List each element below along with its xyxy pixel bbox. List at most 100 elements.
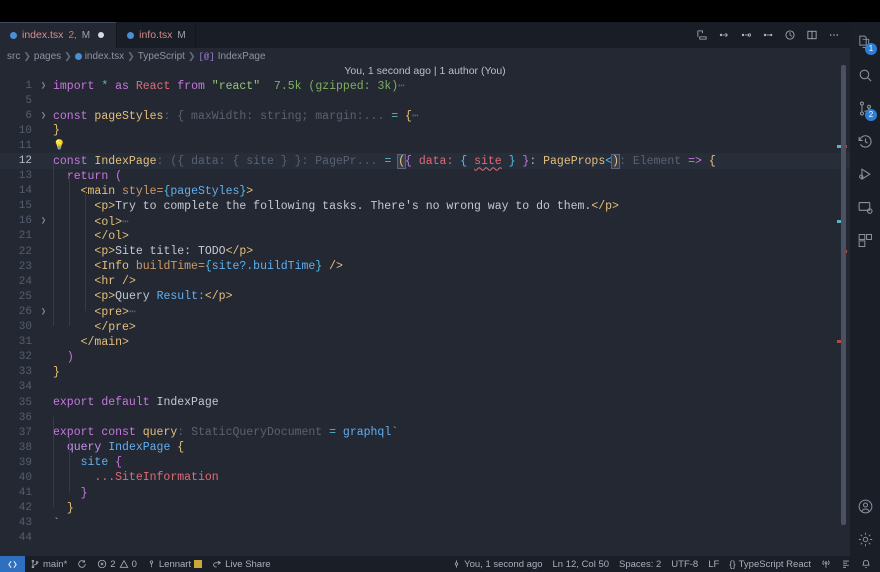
- fold-chevron-right-icon[interactable]: ❯: [38, 216, 49, 226]
- code-line[interactable]: 11 💡: [0, 138, 850, 153]
- status-sync-changes[interactable]: [72, 556, 92, 572]
- sidebar-item-timeline[interactable]: [850, 125, 880, 158]
- code-line-active[interactable]: 12 const IndexPage: ({ data: { site } }:…: [0, 153, 850, 169]
- code-line[interactable]: 24 <hr />: [0, 274, 850, 289]
- breadcrumb-item-src[interactable]: src: [7, 51, 20, 62]
- code-text: ): [66, 350, 74, 364]
- code-content[interactable]: 1 ❯ import * as React from "react" 7.5k …: [0, 78, 850, 556]
- code-line[interactable]: 21 </ol>: [0, 229, 850, 244]
- code-text: }: [80, 486, 88, 500]
- line-number: 41: [18, 487, 32, 500]
- inlay-type-hint: StaticQueryDocument: [191, 426, 323, 440]
- editor-scrollbar-thumb[interactable]: [841, 65, 846, 525]
- debug-step-out-icon[interactable]: [758, 24, 778, 46]
- breadcrumb-item-symbol[interactable]: [@] IndexPage: [199, 51, 266, 62]
- blame-status-label: You, 1 second ago: [464, 558, 543, 570]
- sidebar-item-search[interactable]: [850, 59, 880, 92]
- code-line[interactable]: 14 <main style={pageStyles}>: [0, 184, 850, 199]
- code-line[interactable]: 13 return (: [0, 169, 850, 184]
- vscode-window: index.tsx 2, M info.tsx M src ❯ pages ❯ …: [0, 0, 880, 572]
- status-git-branch[interactable]: main*: [25, 556, 72, 572]
- tab-info-tsx[interactable]: info.tsx M: [117, 22, 196, 48]
- code-text: ...SiteInformation: [94, 471, 219, 485]
- warning-count: 0: [131, 558, 137, 570]
- status-live-share[interactable]: Live Share: [207, 556, 275, 572]
- status-notifications[interactable]: [856, 556, 876, 572]
- debug-step-over-icon[interactable]: [714, 24, 734, 46]
- code-line[interactable]: 16 ❯ <ol>⋯: [0, 214, 850, 229]
- code-line[interactable]: 15 <p>Try to complete the following task…: [0, 199, 850, 214]
- fold-chevron-right-icon[interactable]: ❯: [38, 307, 49, 317]
- code-text: <ol>⋯: [94, 215, 129, 229]
- status-git-blame[interactable]: You, 1 second ago: [447, 556, 547, 572]
- code-line[interactable]: 5: [0, 93, 850, 108]
- indent-guide: [69, 176, 70, 326]
- tab-modified-indicator: M: [81, 29, 91, 41]
- sidebar-item-run-and-debug[interactable]: [850, 158, 880, 191]
- sidebar-item-manage-settings[interactable]: [850, 523, 880, 556]
- split-editor-right-icon[interactable]: [802, 24, 822, 46]
- editor-tab-bar: index.tsx 2, M info.tsx M: [0, 22, 850, 48]
- status-cursor-position[interactable]: Ln 12, Col 50: [548, 556, 615, 572]
- title-bar: [0, 0, 880, 22]
- status-remote-host[interactable]: [0, 556, 25, 572]
- code-line[interactable]: 41 }: [0, 486, 850, 501]
- code-line[interactable]: 1 ❯ import * as React from "react" 7.5k …: [0, 78, 850, 94]
- code-editor[interactable]: You, 1 second ago | 1 author (You) 1 ❯ i…: [0, 65, 850, 556]
- fold-chevron-right-icon[interactable]: ❯: [38, 111, 49, 121]
- tab-index-tsx[interactable]: index.tsx 2, M: [0, 22, 118, 48]
- code-text: <p>Try to complete the following tasks. …: [94, 199, 619, 213]
- debug-step-into-icon[interactable]: [736, 24, 756, 46]
- code-line[interactable]: 25 <p>Query Result:</p>: [0, 289, 850, 304]
- sync-icon: [77, 559, 87, 569]
- code-line[interactable]: 34: [0, 380, 850, 395]
- code-line[interactable]: 40 ...SiteInformation: [0, 470, 850, 485]
- status-prettier[interactable]: [836, 556, 856, 572]
- line-number: 5: [25, 94, 32, 107]
- code-line[interactable]: 32 ): [0, 350, 850, 365]
- status-end-of-line[interactable]: LF: [703, 556, 724, 572]
- code-line[interactable]: 33 }: [0, 365, 850, 380]
- breadcrumb-item-pages[interactable]: pages: [34, 51, 61, 62]
- code-line[interactable]: 26 ❯ <pre>⋯: [0, 304, 850, 320]
- code-line[interactable]: 23 <Info buildTime={site?.buildTime} />: [0, 259, 850, 274]
- code-line[interactable]: 43 `: [0, 516, 850, 531]
- code-line[interactable]: 22 <p>Site title: TODO</p>: [0, 244, 850, 259]
- code-line[interactable]: 44: [0, 531, 850, 546]
- sidebar-item-explorer[interactable]: 1: [850, 26, 880, 59]
- status-encoding[interactable]: UTF-8: [666, 556, 703, 572]
- status-git-blame-author[interactable]: Lennart: [142, 556, 207, 572]
- code-line[interactable]: 6 ❯ const pageStyles: { maxWidth: string…: [0, 108, 850, 124]
- sidebar-item-source-control[interactable]: 2: [850, 92, 880, 125]
- code-line[interactable]: 36: [0, 410, 850, 425]
- code-line[interactable]: 35 export default IndexPage: [0, 395, 850, 410]
- status-indentation[interactable]: Spaces: 2: [614, 556, 666, 572]
- quick-fix-lightbulb-icon[interactable]: 💡: [53, 141, 65, 152]
- code-line[interactable]: 38 query IndexPage {: [0, 440, 850, 455]
- breadcrumb-item-typescript[interactable]: TypeScript: [138, 51, 185, 62]
- code-text: export const query: StaticQueryDocument …: [53, 426, 399, 440]
- status-language-mode[interactable]: {} TypeScript React: [724, 556, 816, 572]
- more-actions-icon[interactable]: [824, 24, 844, 46]
- status-ports[interactable]: [816, 556, 836, 572]
- code-line[interactable]: 39 site {: [0, 455, 850, 470]
- code-line[interactable]: 37 export const query: StaticQueryDocume…: [0, 425, 850, 440]
- overview-ruler[interactable]: [836, 65, 850, 556]
- error-count: 2: [110, 558, 116, 570]
- split-preview-icon[interactable]: [692, 24, 712, 46]
- sidebar-item-extensions[interactable]: [850, 224, 880, 257]
- status-problems[interactable]: 2 0: [92, 556, 142, 572]
- code-line[interactable]: 42 }: [0, 501, 850, 516]
- code-text: <Info buildTime={site?.buildTime} />: [94, 260, 343, 274]
- code-line[interactable]: 31 </main>: [0, 335, 850, 350]
- sidebar-item-remote-explorer[interactable]: [850, 191, 880, 224]
- line-number: 39: [18, 456, 32, 469]
- fold-chevron-right-icon[interactable]: ❯: [38, 81, 49, 91]
- tab-dirty-close-icon[interactable]: [95, 29, 107, 41]
- breadcrumb-item-file[interactable]: index.tsx: [74, 51, 124, 62]
- code-line[interactable]: 30 </pre>: [0, 320, 850, 335]
- language-label: TypeScript React: [738, 558, 811, 570]
- sidebar-item-accounts[interactable]: [850, 490, 880, 523]
- code-line[interactable]: 10 }: [0, 123, 850, 138]
- run-timer-icon[interactable]: [780, 24, 800, 46]
